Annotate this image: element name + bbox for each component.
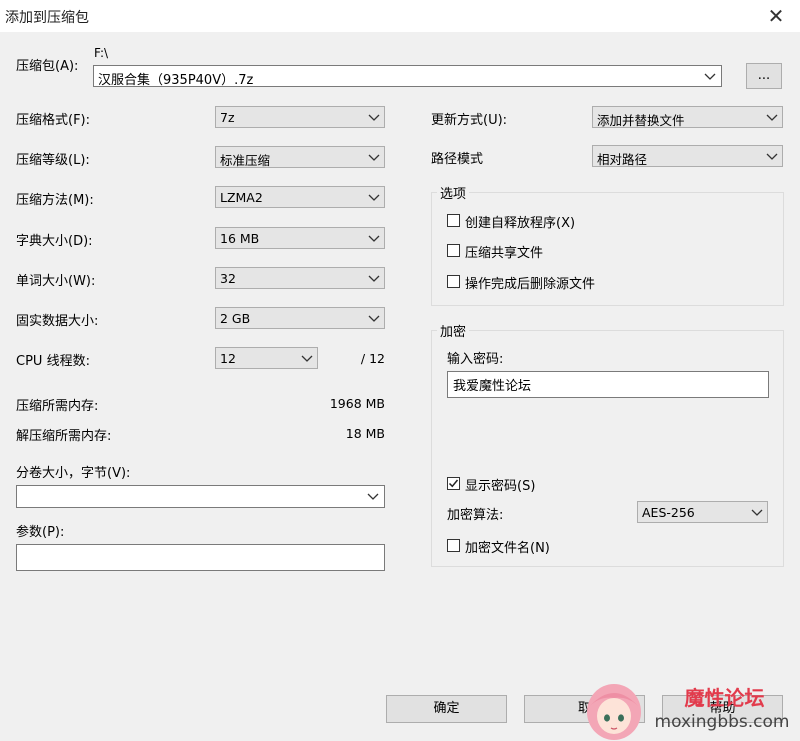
threads-select[interactable]: 12 bbox=[215, 347, 318, 369]
encrypt-names-checkbox[interactable] bbox=[447, 539, 460, 552]
solid-value: 2 GB bbox=[220, 311, 251, 326]
volume-label: 分卷大小，字节(V): bbox=[16, 466, 131, 481]
delete-label[interactable]: 操作完成后删除源文件 bbox=[465, 273, 595, 292]
word-value: 32 bbox=[220, 271, 236, 286]
delete-checkbox[interactable] bbox=[447, 275, 460, 288]
format-value: 7z bbox=[220, 110, 235, 125]
password-label: 输入密码: bbox=[447, 352, 504, 367]
archive-path: F:\ bbox=[94, 46, 109, 60]
pathmode-value: 相对路径 bbox=[597, 152, 648, 167]
chevron-down-icon bbox=[368, 235, 380, 242]
params-input[interactable] bbox=[16, 544, 385, 571]
level-select[interactable]: 标准压缩 bbox=[215, 146, 385, 168]
check-icon bbox=[448, 479, 459, 488]
update-value: 添加并替换文件 bbox=[597, 113, 685, 128]
dict-select[interactable]: 16 MB bbox=[215, 227, 385, 249]
password-input[interactable]: 我爱魔性论坛 bbox=[447, 371, 769, 398]
chevron-down-icon bbox=[704, 73, 716, 80]
mem-compress-label: 压缩所需内存: bbox=[16, 399, 99, 414]
threads-value: 12 bbox=[220, 351, 236, 366]
title-bar bbox=[0, 0, 800, 32]
watermark-url: moxingbbs.com bbox=[654, 712, 790, 732]
solid-label: 固实数据大小: bbox=[16, 314, 99, 329]
volume-combo[interactable] bbox=[16, 485, 385, 508]
word-label: 单词大小(W): bbox=[16, 274, 96, 289]
method-value: LZMA2 bbox=[220, 190, 263, 205]
chevron-down-icon bbox=[766, 114, 778, 121]
password-value: 我爱魔性论坛 bbox=[453, 379, 532, 394]
show-password-label[interactable]: 显示密码(S) bbox=[465, 475, 535, 494]
threads-max: / 12 bbox=[360, 351, 385, 366]
options-group-title: 选项 bbox=[437, 183, 470, 202]
archive-label: 压缩包(A): bbox=[16, 59, 79, 74]
browse-button[interactable]: ... bbox=[746, 63, 782, 89]
method-label: 压缩方法(M): bbox=[16, 193, 94, 208]
encrypt-method-value: AES-256 bbox=[642, 505, 695, 520]
method-select[interactable]: LZMA2 bbox=[215, 186, 385, 208]
params-label: 参数(P): bbox=[16, 525, 65, 540]
chevron-down-icon bbox=[301, 355, 313, 362]
chevron-down-icon bbox=[751, 509, 763, 516]
update-select[interactable]: 添加并替换文件 bbox=[592, 106, 783, 128]
chevron-down-icon bbox=[368, 194, 380, 201]
format-select[interactable]: 7z bbox=[215, 106, 385, 128]
format-label: 压缩格式(F): bbox=[16, 113, 91, 128]
ok-button[interactable]: 确定 bbox=[386, 695, 507, 723]
mem-compress-value: 1968 MB bbox=[329, 396, 385, 411]
watermark-text: 魔性论坛 bbox=[684, 686, 765, 710]
encrypt-names-label[interactable]: 加密文件名(N) bbox=[465, 537, 550, 556]
chevron-down-icon bbox=[368, 154, 380, 161]
dict-label: 字典大小(D): bbox=[16, 234, 93, 249]
threads-label: CPU 线程数: bbox=[16, 354, 90, 369]
dict-value: 16 MB bbox=[220, 231, 260, 246]
word-select[interactable]: 32 bbox=[215, 267, 385, 289]
level-label: 压缩等级(L): bbox=[16, 153, 90, 168]
archive-filename-value: 汉服合集（935P40V）.7z bbox=[98, 73, 254, 88]
chevron-down-icon bbox=[368, 114, 380, 121]
watermark-mascot-icon bbox=[587, 684, 641, 740]
chevron-down-icon bbox=[367, 493, 379, 500]
solid-select[interactable]: 2 GB bbox=[215, 307, 385, 329]
sfx-label[interactable]: 创建自释放程序(X) bbox=[465, 212, 575, 231]
encrypt-method-select[interactable]: AES-256 bbox=[637, 501, 768, 523]
mem-decompress-value: 18 MB bbox=[345, 426, 385, 441]
sfx-checkbox[interactable] bbox=[447, 214, 460, 227]
chevron-down-icon bbox=[368, 315, 380, 322]
update-label: 更新方式(U): bbox=[431, 113, 508, 128]
level-value: 标准压缩 bbox=[220, 153, 271, 168]
chevron-down-icon bbox=[766, 153, 778, 160]
pathmode-label: 路径模式 bbox=[431, 152, 484, 167]
shared-label[interactable]: 压缩共享文件 bbox=[465, 242, 543, 261]
archive-filename-combo[interactable]: 汉服合集（935P40V）.7z bbox=[93, 65, 722, 88]
show-password-checkbox[interactable] bbox=[447, 477, 460, 490]
encrypt-method-label: 加密算法: bbox=[447, 508, 504, 523]
encryption-group-title: 加密 bbox=[437, 321, 470, 340]
window-title: 添加到压缩包 bbox=[5, 10, 89, 26]
shared-checkbox[interactable] bbox=[447, 244, 460, 257]
pathmode-select[interactable]: 相对路径 bbox=[592, 145, 783, 167]
chevron-down-icon bbox=[368, 275, 380, 282]
mem-decompress-label: 解压缩所需内存: bbox=[16, 429, 112, 444]
close-icon[interactable]: ✕ bbox=[764, 4, 788, 28]
